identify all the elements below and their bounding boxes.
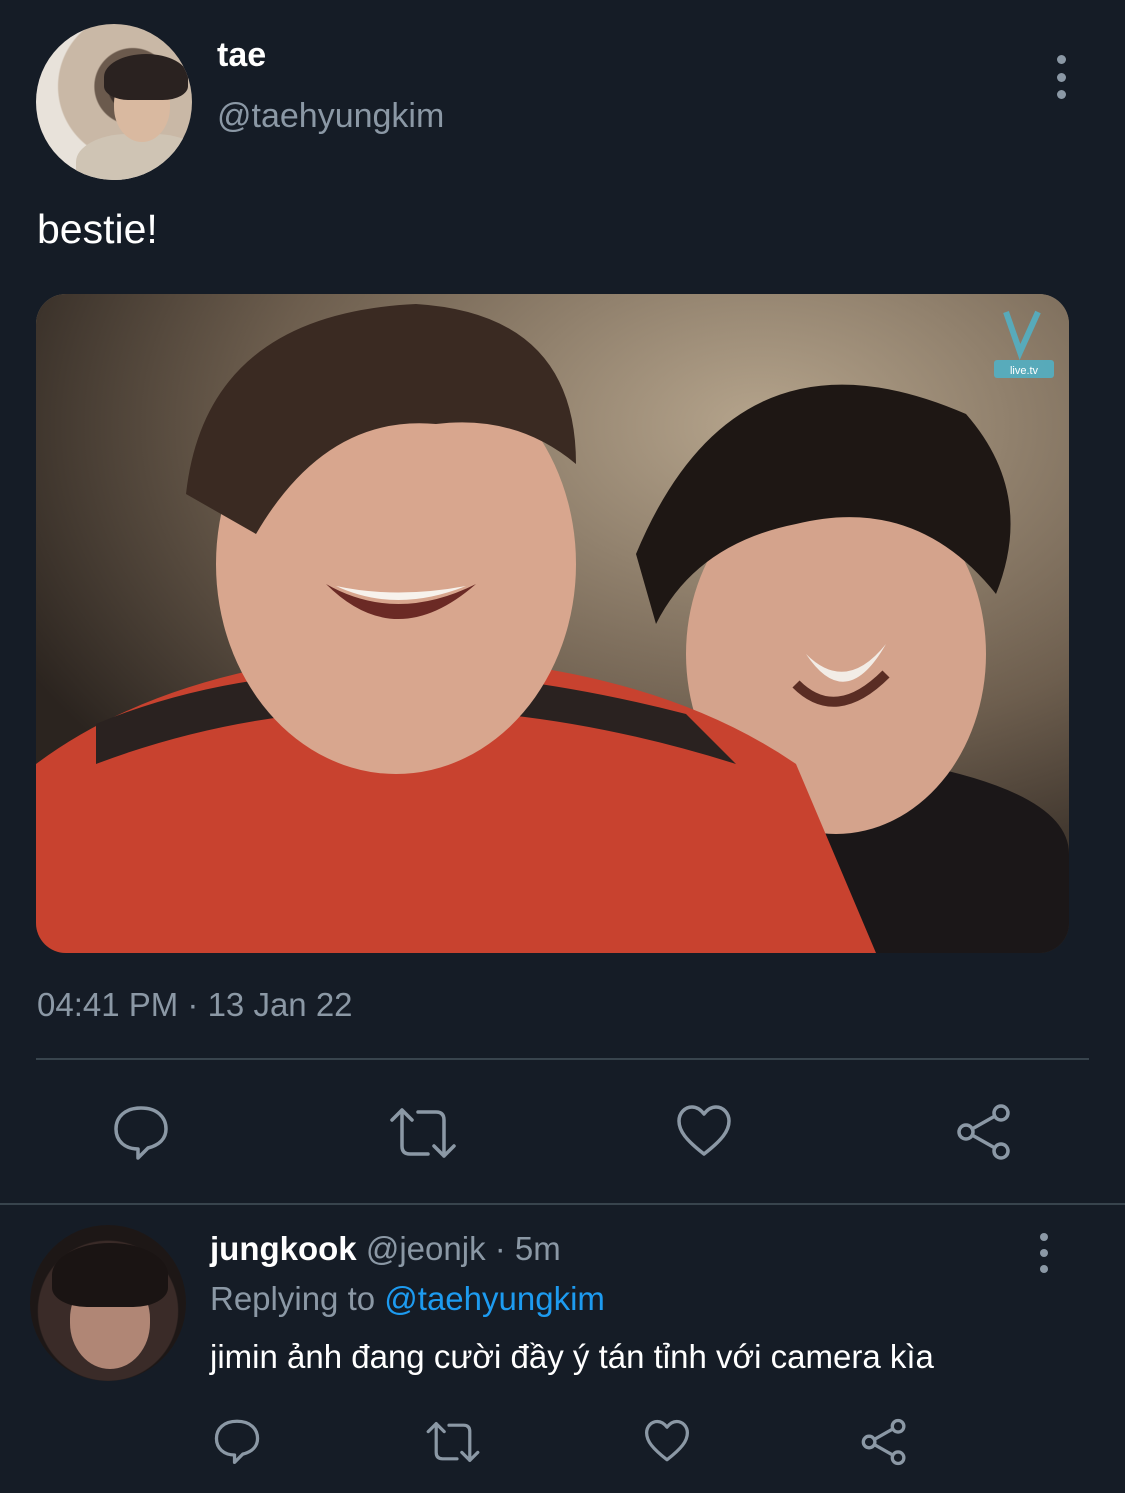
reply-reply-button[interactable] [213, 1418, 261, 1464]
tweet-timestamp[interactable]: 04:41 PM · 13 Jan 22 [37, 986, 353, 1024]
share-icon [861, 1418, 906, 1466]
heart-icon [677, 1105, 731, 1156]
reply-icon [214, 1419, 260, 1464]
replying-to: Replying to @taehyungkim [210, 1280, 605, 1318]
share-icon [957, 1104, 1010, 1160]
retweet-button[interactable] [388, 1106, 458, 1160]
reply-separator: · [494, 1230, 506, 1267]
reply-like-button[interactable] [644, 1419, 690, 1463]
retweet-icon [426, 1422, 480, 1462]
avatar-hair [52, 1243, 168, 1307]
like-button[interactable] [676, 1104, 732, 1158]
heart-icon [645, 1419, 690, 1462]
author-handle[interactable]: @taehyungkim [217, 97, 444, 136]
retweet-icon [390, 1108, 456, 1158]
reply-time[interactable]: 5m [515, 1230, 561, 1267]
section-divider [0, 1203, 1125, 1205]
reply-header: jungkook @jeonjk · 5m [210, 1230, 561, 1268]
photo-illustration: live.tv [36, 294, 1069, 953]
share-button[interactable] [955, 1103, 1013, 1161]
reply-button[interactable] [112, 1104, 170, 1160]
reply-retweet-button[interactable] [425, 1420, 481, 1464]
reply-display-name[interactable]: jungkook [210, 1230, 357, 1267]
avatar-hair [104, 54, 188, 100]
replying-mention-link[interactable]: @taehyungkim [384, 1280, 605, 1317]
author-avatar[interactable] [36, 24, 192, 180]
tweet-photo[interactable]: live.tv [36, 294, 1069, 953]
author-display-name[interactable]: tae [217, 36, 266, 75]
reply-author-avatar[interactable] [30, 1225, 186, 1381]
tweet-text: bestie! [37, 206, 158, 252]
divider [36, 1058, 1089, 1060]
more-vertical-icon[interactable] [1054, 55, 1068, 99]
replying-prefix: Replying to [210, 1280, 376, 1317]
reply-handle[interactable]: @jeonjk [366, 1230, 486, 1267]
svg-text:live.tv: live.tv [1010, 365, 1039, 377]
more-vertical-icon[interactable] [1037, 1233, 1051, 1273]
reply-text: jimin ảnh đang cười đầy ý tán tỉnh với c… [210, 1338, 934, 1375]
avatar-shirt [76, 134, 192, 180]
reply-icon [114, 1106, 168, 1160]
reply-share-button[interactable] [860, 1418, 908, 1466]
